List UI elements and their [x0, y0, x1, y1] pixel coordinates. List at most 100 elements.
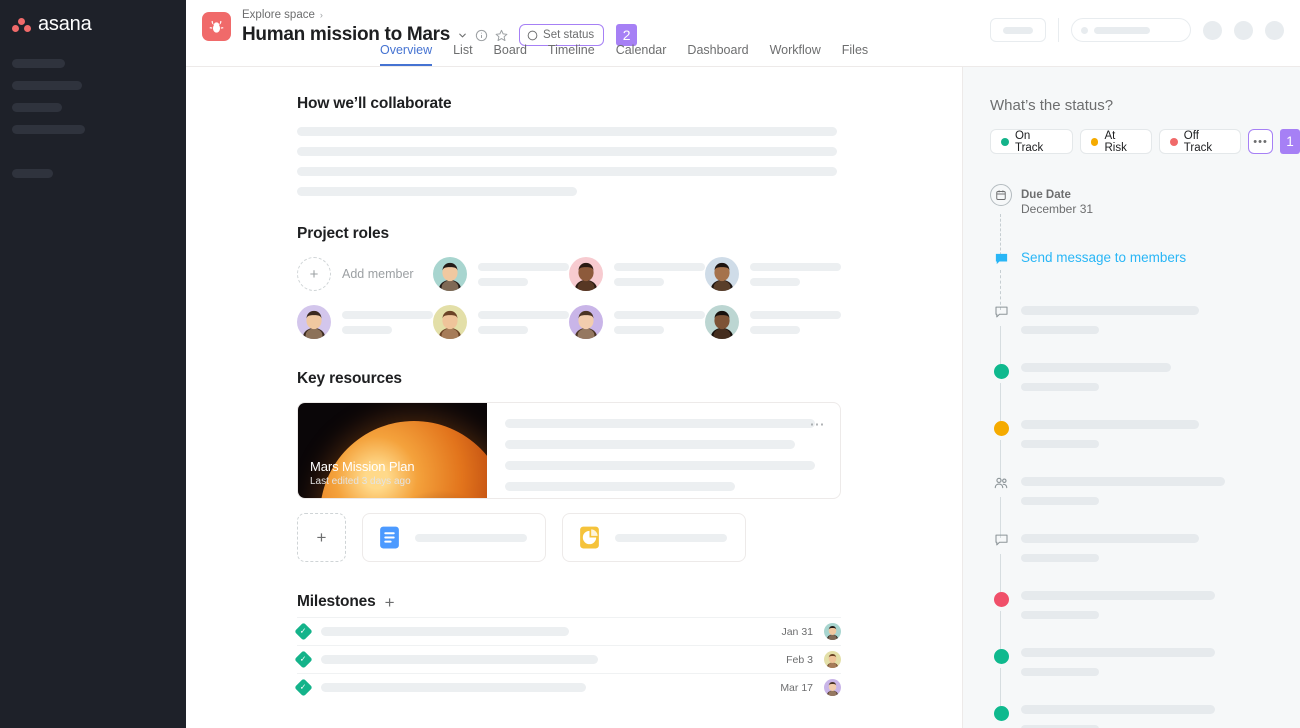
timeline-item[interactable]: Due Date December 31 — [990, 184, 1300, 260]
add-member-row[interactable]: + Add member — [297, 257, 433, 291]
tab-list[interactable]: List — [453, 43, 472, 66]
sidebar-nav-item[interactable] — [12, 59, 65, 68]
header-skeleton-button[interactable] — [990, 18, 1046, 42]
skeleton-line — [505, 419, 815, 428]
add-resource-button[interactable]: + — [297, 513, 346, 562]
resource-chips: + — [297, 513, 962, 562]
timeline-item[interactable] — [990, 420, 1300, 481]
timeline-item[interactable] — [990, 591, 1300, 652]
status-dot-icon — [993, 364, 1009, 379]
search-input[interactable] — [1071, 18, 1191, 42]
timeline-subtitle: December 31 — [1021, 202, 1094, 216]
mars-mission-thumbnail: Mars Mission Plan Last edited 3 days ago — [298, 403, 487, 498]
timeline-skeleton-line — [1021, 705, 1215, 714]
sidebar-nav-item[interactable] — [12, 103, 62, 112]
timeline-item[interactable] — [990, 648, 1300, 709]
tab-workflow[interactable]: Workflow — [770, 43, 821, 66]
status-button-label: On Track — [1014, 129, 1044, 154]
status-button-off-track[interactable]: Off Track — [1158, 129, 1242, 154]
tab-timeline[interactable]: Timeline — [548, 43, 595, 66]
project-tabs: Overview List Board Timeline Calendar Dashboa… — [380, 43, 868, 66]
timeline-skeleton-line — [1021, 477, 1225, 486]
star-icon[interactable] — [495, 29, 508, 42]
timeline-marker — [990, 649, 1012, 664]
milestone-date: Jan 31 — [781, 625, 813, 638]
table-row[interactable]: ✓ Jan 31 — [294, 617, 841, 645]
timeline-item[interactable] — [990, 306, 1300, 367]
project-role-member[interactable] — [705, 305, 841, 339]
resource-chip-doc[interactable] — [362, 513, 546, 562]
timeline-item[interactable] — [990, 534, 1300, 595]
project-role-member[interactable] — [433, 257, 569, 291]
timeline-item[interactable] — [990, 475, 1300, 538]
timeline-skeleton-subline — [1021, 383, 1099, 391]
project-role-member[interactable] — [297, 305, 433, 339]
info-circle-icon[interactable] — [475, 29, 488, 42]
section-heading-milestones: Milestones + — [297, 593, 962, 611]
circle-icon — [527, 30, 538, 40]
sidebar-nav-item[interactable] — [12, 81, 82, 90]
project-role-member[interactable] — [705, 257, 841, 291]
skeleton-line — [297, 127, 837, 136]
avatar[interactable] — [1203, 20, 1222, 40]
tab-files[interactable]: Files — [842, 43, 868, 66]
google-slides-icon — [580, 526, 599, 549]
project-role-member[interactable] — [433, 305, 569, 339]
timeline-item[interactable]: Send message to members — [990, 250, 1300, 310]
timeline-item[interactable] — [990, 705, 1300, 728]
role-text — [342, 310, 433, 334]
timeline-connector — [1000, 611, 1002, 652]
ellipsis-icon[interactable]: ⋯ — [810, 415, 827, 433]
timeline-connector — [1000, 326, 1002, 367]
header-divider — [1058, 18, 1059, 42]
skeleton-line — [505, 440, 795, 449]
asana-logo[interactable]: asana — [0, 0, 186, 36]
chevron-down-icon[interactable] — [457, 30, 468, 41]
skeleton-line — [297, 187, 577, 196]
role-text — [614, 262, 705, 286]
status-button-on-track[interactable]: On Track — [990, 129, 1073, 154]
key-resource-card[interactable]: Mars Mission Plan Last edited 3 days ago… — [297, 402, 841, 499]
resource-skeleton-lines — [487, 403, 840, 498]
timeline-marker — [990, 251, 1012, 271]
status-dot-icon — [1001, 137, 1009, 146]
body-split: How we’ll collaborate Project roles + Add… — [186, 67, 1300, 728]
project-role-member[interactable] — [569, 257, 705, 291]
table-row[interactable]: ✓ Feb 3 — [294, 645, 841, 673]
collaborate-skeleton-lines — [297, 127, 962, 196]
send-message-link[interactable]: Send message to members — [1021, 250, 1300, 265]
breadcrumb[interactable]: Explore space › — [242, 8, 637, 22]
avatar[interactable] — [1234, 20, 1253, 40]
project-role-member[interactable] — [569, 305, 705, 339]
avatar[interactable] — [1265, 20, 1284, 40]
timeline-item[interactable] — [990, 363, 1300, 424]
tab-dashboard[interactable]: Dashboard — [687, 43, 748, 66]
people-icon — [993, 475, 1009, 496]
tab-board[interactable]: Board — [494, 43, 527, 66]
timeline-skeleton-subline — [1021, 554, 1099, 562]
role-text — [478, 310, 569, 334]
avatar — [705, 257, 739, 291]
status-dot-icon — [993, 592, 1009, 607]
bug-icon — [202, 12, 231, 41]
milestone-complete-icon: ✓ — [294, 678, 313, 697]
add-milestone-button[interactable]: + — [385, 594, 395, 611]
skeleton-line — [505, 461, 815, 470]
plus-icon[interactable]: + — [297, 257, 331, 291]
calendar-icon — [990, 184, 1012, 206]
status-panel-badge: 1 — [1280, 129, 1300, 154]
status-button-at-risk[interactable]: At Risk — [1079, 129, 1152, 154]
sidebar-nav-item[interactable] — [12, 169, 53, 178]
asana-logo-icon — [12, 17, 32, 33]
table-row[interactable]: ✓ Mar 17 — [294, 673, 841, 701]
tab-calendar[interactable]: Calendar — [616, 43, 667, 66]
chat-bubble-icon — [994, 251, 1009, 271]
timeline-skeleton-line — [1021, 648, 1215, 657]
tab-overview[interactable]: Overview — [380, 43, 433, 66]
status-more-button[interactable]: ••• — [1248, 129, 1274, 154]
resource-chip-slides[interactable] — [562, 513, 746, 562]
sidebar-nav-item[interactable] — [12, 125, 85, 134]
asana-logo-text: asana — [38, 13, 92, 35]
timeline-skeleton-line — [1021, 306, 1199, 315]
status-button-label: At Risk — [1104, 129, 1127, 154]
